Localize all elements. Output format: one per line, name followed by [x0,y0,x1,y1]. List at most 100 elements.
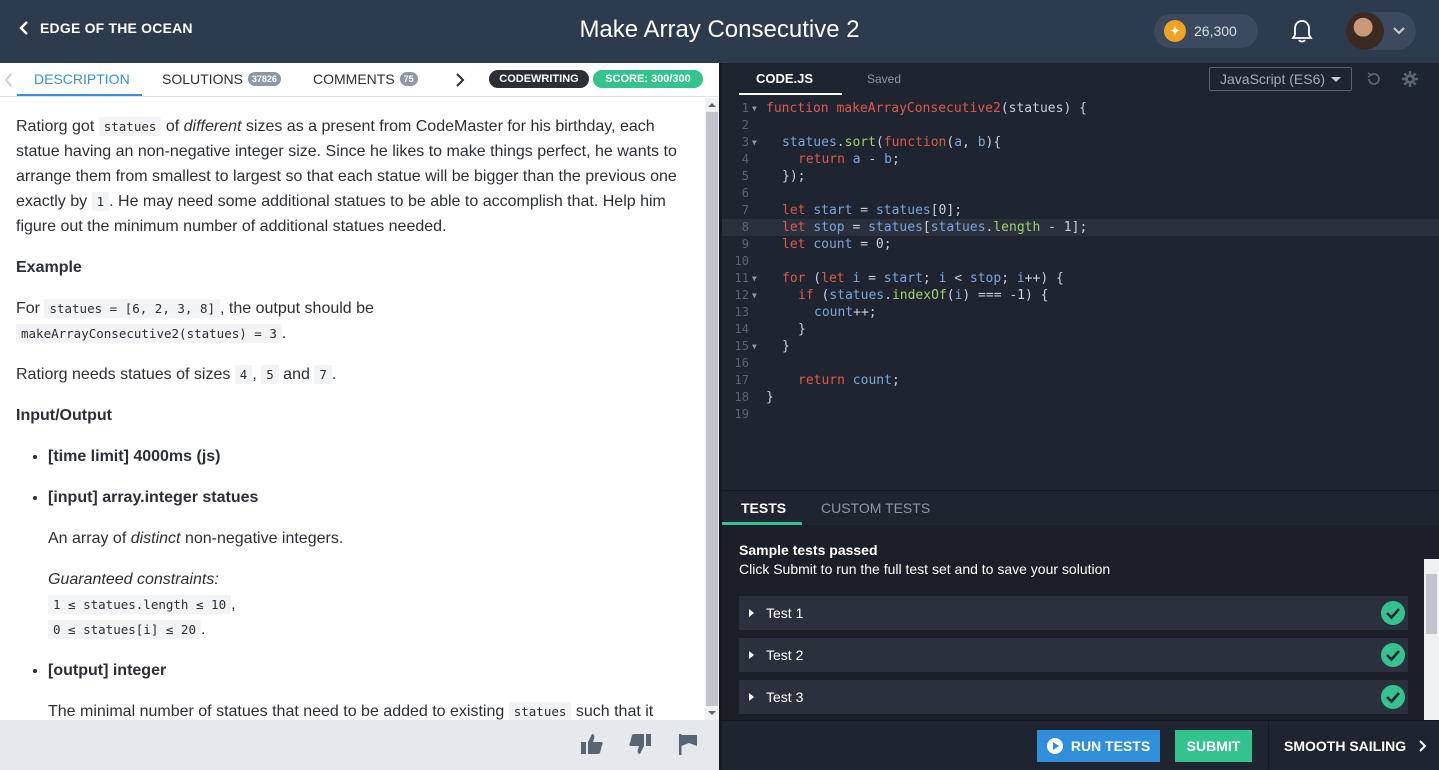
code-line: 1 ▼ function makeArrayConsecutive2(statues… [741,101,1087,116]
tab-solutions[interactable]: SOLUTIONS 37826 [162,71,281,87]
scroll-down-icon[interactable] [708,709,716,717]
io-list: [time limit] 4000ms (js) [input] array.i… [16,444,689,720]
scroll-tabs-left-icon[interactable] [3,72,13,88]
play-icon [1046,738,1063,754]
file-tab[interactable]: CODE.JS [756,71,813,86]
code-line-active: 8 let stop = statues[statues.length - 1]; [722,219,1439,236]
code-editor[interactable]: 1 ▼ function makeArrayConsecutive2(statues… [722,97,1439,487]
reset-icon[interactable] [1365,70,1383,88]
tab-comments-label: COMMENTS [313,71,395,87]
check-circle-icon [1381,601,1405,625]
task-description: Ratiorg got statues of different sizes a… [0,98,705,720]
editor-toolbar: CODE.JS Saved JavaScript (ES6) [722,63,1439,95]
feedback-bar [0,720,719,770]
code-line: 13 count++; [734,305,877,320]
scroll-tabs-right-icon[interactable] [455,72,466,88]
test-row[interactable]: Test 3 [739,680,1408,714]
thumbs-up-icon[interactable] [579,731,605,757]
code-line: 9 let count = 0; [741,237,892,252]
code-line: 3 ▼ statues.sort(function(a, b){ [741,135,1002,150]
test-name: Test 2 [766,647,804,663]
action-bar: RUN TESTS SUBMIT SMOOTH SAILING [722,720,1439,770]
submit-button[interactable]: SUBMIT [1175,730,1252,762]
chevron-left-icon [19,21,28,35]
test-name: Test 1 [766,605,804,621]
code-line: 18} [734,390,774,405]
code-line: 16 [734,356,749,370]
tests-status-detail: Click Submit to run the full test set an… [739,561,1111,577]
code-line: 14} [734,322,806,337]
scrollbar-thumb[interactable] [706,112,718,706]
io-constraints: Guaranteed constraints: 1 ≤ statues.lengt… [48,571,236,639]
language-value: JavaScript (ES6) [1220,71,1326,87]
divider [1268,721,1269,770]
tests-panel: TESTS CUSTOM TESTS Sample tests passed C… [722,490,1439,755]
example-heading: Example [16,259,82,276]
save-status: Saved [867,72,902,86]
coin-balance[interactable]: ✦ 26,300 [1154,14,1258,48]
check-circle-icon [1381,685,1405,709]
back-link[interactable]: EDGE OF THE OCEAN [18,20,193,36]
solutions-count-badge: 37826 [247,72,281,86]
code-panel: CODE.JS Saved JavaScript (ES6) 1 ▼ functio… [719,63,1439,770]
top-bar: EDGE OF THE OCEAN Make Array Consecutive… [0,0,1439,63]
check-circle-icon [1381,643,1405,667]
caret-down-icon [1331,77,1341,82]
bell-icon[interactable] [1290,18,1314,44]
chevron-down-icon [1393,27,1405,35]
tab-description-label: DESCRIPTION [34,71,130,87]
tests-results: Sample tests passed Click Submit to run … [722,525,1439,755]
code-line: 4 return a - b; [741,152,900,167]
code-line: 19 [734,407,749,421]
chevron-right-icon [1419,740,1427,752]
io-output: [output] integer The minimal number of s… [48,658,689,720]
run-tests-label: RUN TESTS [1070,738,1151,754]
tab-tests[interactable]: TESTS [741,500,786,516]
test-row[interactable]: Test 2 [739,638,1408,672]
caret-right-icon [749,693,754,701]
language-select[interactable]: JavaScript (ES6) [1209,67,1352,91]
next-task-button[interactable]: SMOOTH SAILING [1284,738,1427,754]
code-line: 12 ▼ if (statues.indexOf(i) === -1) { [734,288,1049,303]
profile-menu[interactable] [1346,12,1416,50]
tab-comments[interactable]: COMMENTS 75 [313,71,418,87]
score-badge: SCORE: 300/300 [593,70,703,88]
flag-icon[interactable] [675,731,701,757]
example-text: For statues = [6, 2, 3, 8], the output s… [16,299,374,343]
code-line: 11 ▼ for (let i = start; i < stop; i++) { [734,271,1064,286]
next-task-label: SMOOTH SAILING [1284,738,1407,754]
caret-right-icon [749,609,754,617]
description-scrollbar[interactable] [705,98,719,720]
tab-custom-tests[interactable]: CUSTOM TESTS [821,500,930,516]
code-line: 15 ▼} [734,339,790,354]
active-tab-indicator [17,94,142,96]
thumbs-down-icon[interactable] [627,731,653,757]
code-line: 10 [734,254,749,268]
gear-icon[interactable] [1401,70,1419,88]
io-input-desc: An array of distinct non-negative intege… [48,530,344,547]
description-panel: DESCRIPTION SOLUTIONS 37826 COMMENTS 75 … [0,63,719,770]
run-tests-button[interactable]: RUN TESTS [1037,730,1160,762]
test-row[interactable]: Test 1 [739,596,1408,630]
task-intro: Ratiorg got statues of different sizes a… [16,117,677,235]
code-line: 6 [741,186,749,200]
avatar [1346,12,1384,50]
left-tab-bar: DESCRIPTION SOLUTIONS 37826 COMMENTS 75 … [0,63,719,97]
caret-right-icon [749,651,754,659]
comments-count-badge: 75 [399,72,418,86]
coin-icon: ✦ [1164,20,1186,42]
test-name: Test 3 [766,689,804,705]
tab-solutions-label: SOLUTIONS [162,71,243,87]
io-heading: Input/Output [16,407,112,424]
code-line: 7 let start = statues[0]; [741,203,963,218]
scroll-up-icon[interactable] [708,101,716,109]
coin-count: 26,300 [1194,23,1237,39]
file-tab-indicator [739,93,842,95]
code-line: 2 [741,118,749,132]
tests-status-title: Sample tests passed [739,542,878,558]
scrollbar-thumb[interactable] [1426,574,1437,634]
io-output-desc: The minimal number of statues that need … [48,702,654,720]
io-input: [input] array.integer statues An array o… [48,485,689,642]
tab-description[interactable]: DESCRIPTION [34,71,130,87]
io-time-limit: [time limit] 4000ms (js) [48,444,689,469]
